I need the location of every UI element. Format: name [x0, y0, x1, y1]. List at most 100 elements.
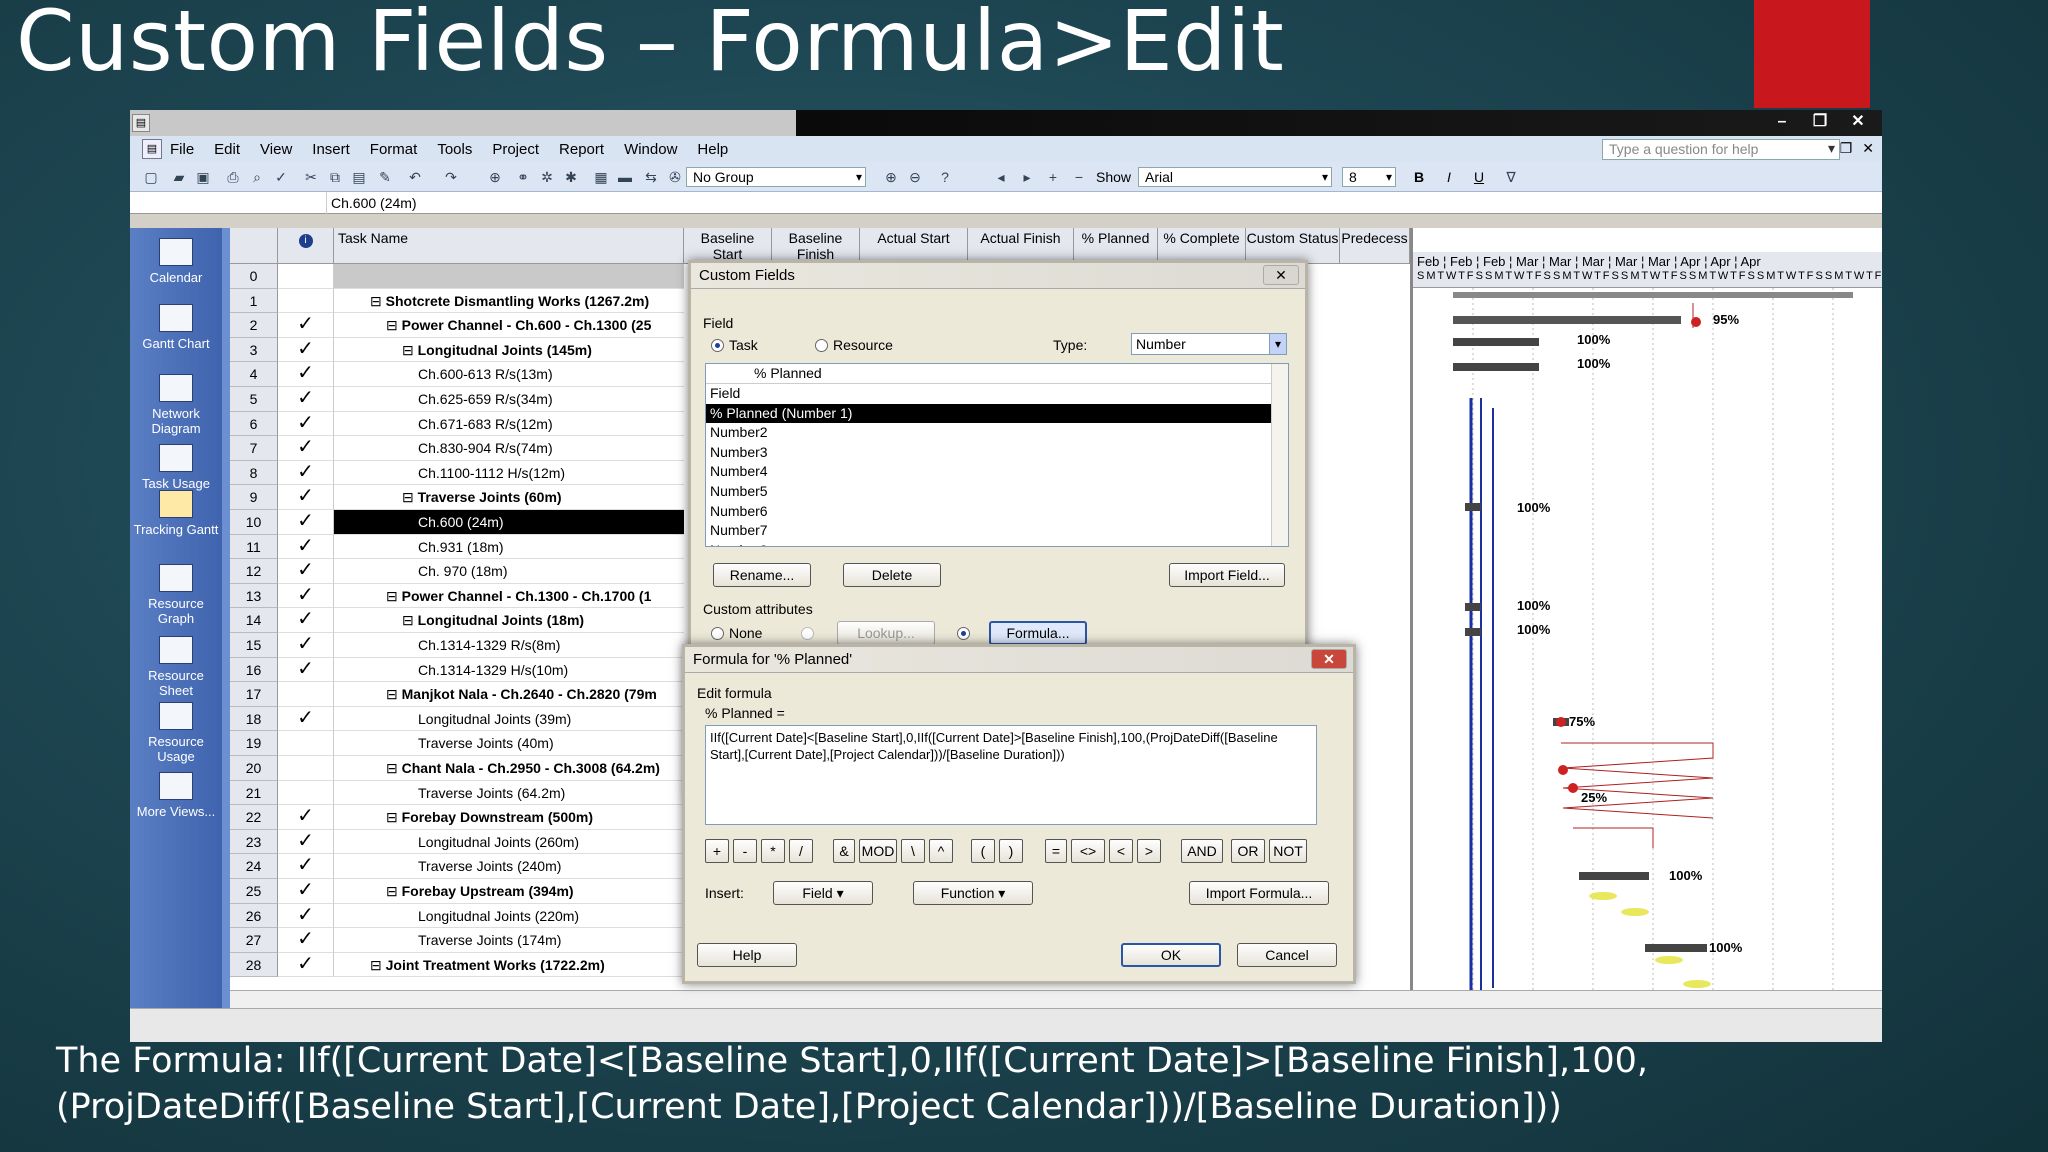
formula-button[interactable]: Formula...: [989, 621, 1087, 645]
row-id[interactable]: 10: [230, 510, 278, 535]
horizontal-scrollbar[interactable]: [230, 990, 1882, 1008]
collapse-icon[interactable]: ⊟: [370, 957, 386, 973]
row-id[interactable]: 15: [230, 633, 278, 658]
column-header--complete[interactable]: % Complete: [1158, 228, 1246, 264]
column-header-actual-start[interactable]: Actual Start: [860, 228, 968, 264]
row-id[interactable]: 18: [230, 706, 278, 732]
column-header-baseline-start[interactable]: Baseline Start: [684, 228, 772, 264]
task-info-icon[interactable]: ▦: [592, 168, 610, 186]
menu-report[interactable]: Report: [559, 141, 604, 158]
column-header-custom-status[interactable]: Custom Status: [1246, 228, 1340, 264]
task-name[interactable]: Ch.600 (24m): [418, 514, 504, 530]
row-id[interactable]: 2: [230, 313, 278, 338]
split-task-icon[interactable]: ✱: [562, 168, 580, 186]
menu-window[interactable]: Window: [624, 141, 677, 158]
task-name[interactable]: Forebay Upstream (394m): [402, 883, 574, 899]
menu-edit[interactable]: Edit: [214, 141, 240, 158]
copy-icon[interactable]: ⧉: [326, 168, 344, 186]
column-header-baseline-finish[interactable]: Baseline Finish: [772, 228, 860, 264]
field-list-item[interactable]: Number2: [706, 423, 1272, 443]
summary-bar-2[interactable]: [1453, 338, 1539, 346]
resource-radio[interactable]: [815, 339, 828, 352]
operator-button[interactable]: AND: [1181, 839, 1223, 863]
plus-icon[interactable]: +: [1044, 168, 1062, 186]
row-id[interactable]: 26: [230, 903, 278, 929]
formula-radio[interactable]: [957, 627, 970, 640]
field-list-item[interactable]: Number3: [706, 443, 1272, 463]
help-icon[interactable]: ?: [936, 168, 954, 186]
insert-function-button[interactable]: Function ▾: [913, 881, 1033, 905]
summary-bar-9[interactable]: [1465, 503, 1481, 511]
task-name[interactable]: Ch.1314-1329 R/s(8m): [418, 637, 560, 653]
group-select[interactable]: No Group: [686, 167, 866, 187]
operator-button[interactable]: ): [999, 839, 1023, 863]
row-id[interactable]: 21: [230, 780, 278, 806]
paste-icon[interactable]: ▤: [350, 168, 368, 186]
lookup-radio[interactable]: [801, 627, 814, 640]
lookup-button[interactable]: Lookup...: [837, 621, 935, 645]
view-resource-sheet[interactable]: Resource Sheet: [130, 636, 222, 698]
none-radio[interactable]: [711, 627, 724, 640]
task-name[interactable]: Traverse Joints (174m): [418, 932, 561, 948]
operator-button[interactable]: MOD: [859, 839, 897, 863]
arrow-right-icon[interactable]: ▸: [1018, 168, 1036, 186]
row-id[interactable]: 0: [230, 264, 278, 289]
zoom-in-icon[interactable]: ⊕: [882, 168, 900, 186]
view-tracking-gantt[interactable]: Tracking Gantt: [130, 490, 222, 537]
redo-icon[interactable]: ↷: [442, 168, 460, 186]
summary-bar-25[interactable]: [1645, 944, 1707, 952]
arrow-left-icon[interactable]: ◂: [992, 168, 1010, 186]
restore-icon[interactable]: ❐: [1802, 111, 1838, 133]
menu-file[interactable]: File: [170, 141, 194, 158]
field-list-item[interactable]: Number4: [706, 462, 1272, 482]
field-list-item[interactable]: % Planned (Number 1): [706, 403, 1272, 424]
formula-close-icon[interactable]: ✕: [1311, 649, 1347, 669]
summary-bar-22[interactable]: [1579, 872, 1649, 880]
task-radio[interactable]: [711, 339, 724, 352]
row-id[interactable]: 9: [230, 485, 278, 510]
row-id[interactable]: 5: [230, 387, 278, 412]
menu-project[interactable]: Project: [492, 141, 539, 158]
view-calendar[interactable]: Calendar: [130, 238, 222, 285]
font-select[interactable]: Arial: [1138, 167, 1332, 187]
operator-button[interactable]: <>: [1071, 839, 1105, 863]
row-id[interactable]: 7: [230, 436, 278, 461]
task-name[interactable]: Ch.625-659 R/s(34m): [418, 391, 553, 407]
view-network-diagram[interactable]: Network Diagram: [130, 374, 222, 436]
field-list-item[interactable]: Number8: [706, 541, 1272, 546]
font-size-select[interactable]: 8: [1342, 167, 1396, 187]
formula-textarea[interactable]: IIf([Current Date]<[Baseline Start],0,II…: [705, 725, 1317, 825]
task-name[interactable]: Traverse Joints (64.2m): [418, 785, 565, 801]
indicators-column-header[interactable]: i: [278, 228, 334, 264]
operator-button[interactable]: -: [733, 839, 757, 863]
id-column-header[interactable]: [230, 228, 278, 264]
field-list-scrollbar[interactable]: [1271, 364, 1288, 546]
notes-icon[interactable]: ▬: [616, 168, 634, 186]
bold-button[interactable]: B: [1410, 168, 1428, 186]
row-id[interactable]: 17: [230, 682, 278, 707]
task-name[interactable]: Power Channel - Ch.1300 - Ch.1700 (1: [402, 588, 652, 604]
column-header-actual-finish[interactable]: Actual Finish: [968, 228, 1074, 264]
minimize-icon[interactable]: –: [1764, 111, 1800, 133]
doc-close-icon[interactable]: ✕: [1862, 140, 1874, 157]
field-list-item[interactable]: Number6: [706, 502, 1272, 522]
task-name[interactable]: Forebay Downstream (500m): [402, 809, 593, 825]
task-name[interactable]: Manjkot Nala - Ch.2640 - Ch.2820 (79m: [402, 686, 657, 702]
operator-button[interactable]: ^: [929, 839, 953, 863]
operator-button[interactable]: *: [761, 839, 785, 863]
save-icon[interactable]: ▣: [194, 168, 212, 186]
task-name[interactable]: Ch.1100-1112 H/s(12m): [418, 465, 565, 481]
project-summary-bar[interactable]: [1453, 292, 1853, 298]
entry-field[interactable]: Ch.600 (24m): [326, 192, 1826, 214]
collapse-icon[interactable]: ⊟: [402, 342, 418, 358]
operator-button[interactable]: OR: [1231, 839, 1265, 863]
assign-resources-icon[interactable]: ⇆: [642, 168, 660, 186]
task-name[interactable]: Ch.931 (18m): [418, 539, 504, 555]
operator-button[interactable]: (: [971, 839, 995, 863]
help-button[interactable]: Help: [697, 943, 797, 967]
row-id[interactable]: 3: [230, 337, 278, 363]
collapse-icon[interactable]: ⊟: [386, 809, 402, 825]
task-name[interactable]: Traverse Joints (40m): [418, 735, 554, 751]
operator-button[interactable]: <: [1109, 839, 1133, 863]
print-icon[interactable]: ⎙: [224, 168, 242, 186]
